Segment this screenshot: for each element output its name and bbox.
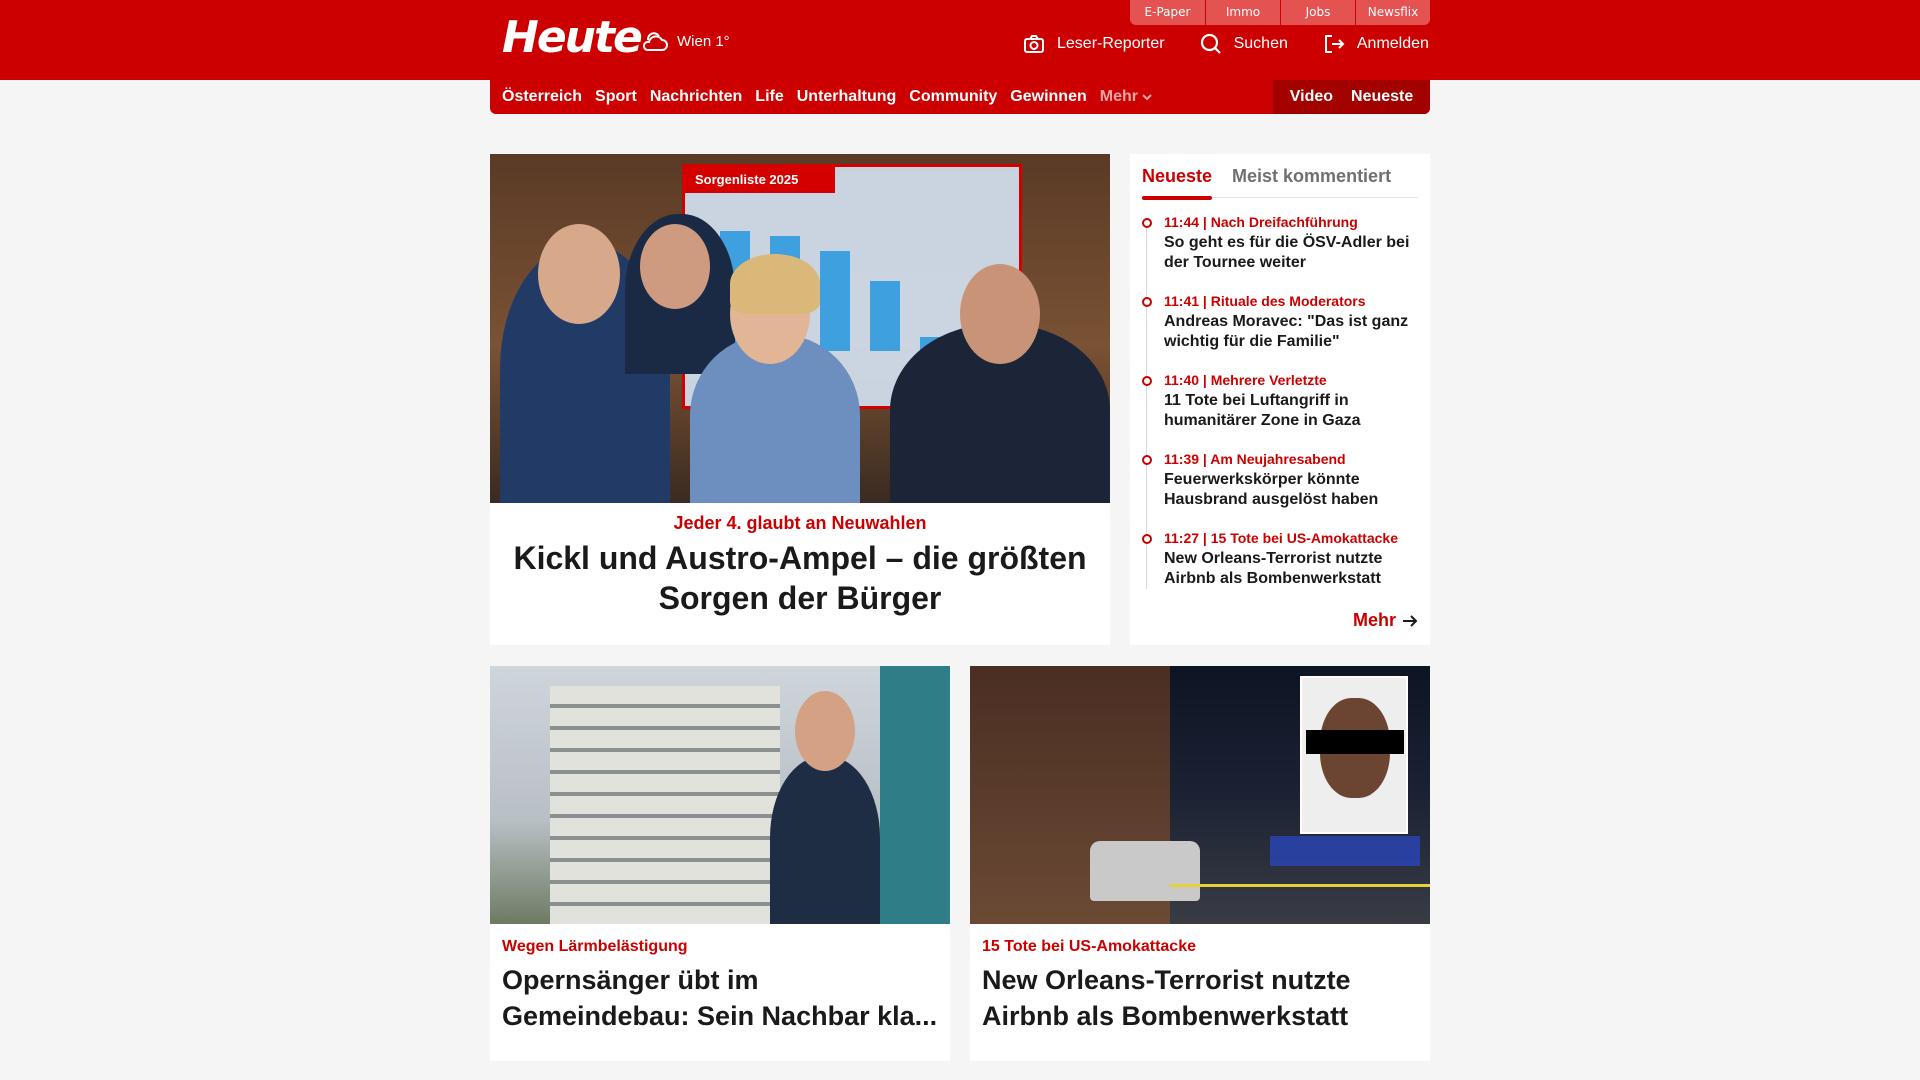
nav-item-sport[interactable]: Sport — [595, 88, 637, 106]
timeline-meta: 11:39 | Am Neujahresabend — [1164, 451, 1346, 467]
timeline-title: Feuerwerkskörper könnte Hausbrand ausgel… — [1164, 471, 1379, 508]
card-title-line: Gemeindebau: Sein Nachbar kla... — [502, 1001, 938, 1031]
top-link-jobs[interactable]: Jobs — [1280, 0, 1355, 25]
nav-video[interactable]: Video — [1290, 88, 1333, 106]
photo-person — [730, 254, 820, 314]
search-label: Suchen — [1233, 35, 1288, 52]
hero-title[interactable]: Kickl und Austro-Ampel – die größten Sor… — [490, 538, 1110, 618]
photo-person — [640, 224, 710, 309]
timeline-meta: 11:41 | Rituale des Moderators — [1164, 293, 1366, 309]
nav-item-gewinnen[interactable]: Gewinnen — [1010, 88, 1086, 106]
top-links: E-Paper Immo Jobs Newsflix — [1130, 0, 1430, 25]
photo-building — [550, 686, 780, 924]
cloud-sun-icon — [642, 32, 668, 51]
nav-items: Österreich Sport Nachrichten Life Unterh… — [490, 88, 1165, 106]
timeline-dot-icon — [1142, 297, 1152, 307]
card-title-line: Opernsänger übt im — [502, 965, 759, 995]
photo-car — [1090, 841, 1200, 901]
nav-right: Video Neueste — [1273, 80, 1430, 114]
main-nav: Österreich Sport Nachrichten Life Unterh… — [490, 80, 1430, 114]
timeline-title: Andreas Moravec: "Das ist ganz wichtig f… — [1164, 313, 1409, 350]
login-icon — [1324, 35, 1345, 53]
site-header: E-Paper Immo Jobs Newsflix Heute Wien 1°… — [0, 0, 1920, 80]
chevron-down-icon — [1142, 94, 1152, 101]
graphic-bar — [820, 251, 850, 351]
top-link-immo[interactable]: Immo — [1205, 0, 1280, 25]
hero-image-caption: Sorgenliste 2025 — [685, 167, 835, 193]
tab-meist-kommentiert[interactable]: Meist kommentiert — [1232, 154, 1391, 198]
search-icon — [1200, 33, 1221, 54]
camera-icon — [1024, 35, 1044, 53]
mugshot-image — [1300, 676, 1408, 834]
timeline-item[interactable]: 11:41 | Rituale des Moderators Andreas M… — [1142, 293, 1418, 372]
news-timeline: 11:44 | Nach Dreifachführung So geht es … — [1142, 214, 1418, 609]
search-button[interactable]: Suchen — [1200, 33, 1288, 55]
card-title-line: New Orleans-Terrorist nutzte — [982, 965, 1351, 995]
timeline-item[interactable]: 11:44 | Nach Dreifachführung So geht es … — [1142, 214, 1418, 293]
timeline-meta: 11:27 | 15 Tote bei US-Amokattacke — [1164, 530, 1398, 546]
photo-person — [960, 264, 1040, 364]
timeline-item[interactable]: 11:27 | 15 Tote bei US-Amokattacke New O… — [1142, 530, 1418, 609]
header-actions: Leser-Reporter Suchen Anmelden — [1023, 33, 1429, 55]
nav-item-oesterreich[interactable]: Österreich — [502, 88, 582, 106]
photo-building — [880, 666, 950, 924]
timeline-meta: 11:40 | Mehrere Verletzte — [1164, 372, 1327, 388]
timeline-title: So geht es für die ÖSV-Adler bei der Tou… — [1164, 234, 1410, 271]
timeline-dot-icon — [1142, 534, 1152, 544]
weather-widget[interactable]: Wien 1° — [640, 28, 730, 54]
timeline-title: 11 Tote bei Luftangriff in humanitärer Z… — [1164, 392, 1361, 429]
hero-image[interactable]: Sorgenliste 2025 — [490, 154, 1110, 503]
leser-reporter-label: Leser-Reporter — [1057, 35, 1165, 52]
timeline-title: New Orleans-Terrorist nutzte Airbnb als … — [1164, 550, 1383, 587]
timeline-dot-icon — [1142, 376, 1152, 386]
nav-item-life[interactable]: Life — [755, 88, 783, 106]
card-title[interactable]: New Orleans-Terrorist nutzte Airbnb als … — [970, 956, 1430, 1034]
timeline-dot-icon — [1142, 218, 1152, 228]
nav-item-unterhaltung[interactable]: Unterhaltung — [797, 88, 897, 106]
news-sidebar: Neueste Meist kommentiert 11:44 | Nach D… — [1130, 154, 1430, 645]
hero-kicker[interactable]: Jeder 4. glaubt an Neuwahlen — [490, 513, 1110, 534]
sidebar-more-label: Mehr — [1352, 610, 1396, 630]
nav-neueste[interactable]: Neueste — [1351, 88, 1413, 106]
photo-person — [795, 691, 855, 771]
login-button[interactable]: Anmelden — [1323, 33, 1429, 55]
leser-reporter-button[interactable]: Leser-Reporter — [1023, 34, 1165, 54]
card-kicker[interactable]: 15 Tote bei US-Amokattacke — [970, 924, 1430, 956]
photo-lights — [1270, 836, 1420, 866]
photo-tape — [1170, 884, 1430, 887]
tab-neueste[interactable]: Neueste — [1142, 154, 1213, 200]
photo-person — [538, 224, 620, 324]
mugshot-blackbar — [1306, 730, 1404, 754]
article-card[interactable]: Wegen Lärmbelästigung Opernsänger übt im… — [490, 666, 950, 1061]
nav-item-community[interactable]: Community — [909, 88, 997, 106]
top-link-epaper[interactable]: E-Paper — [1130, 0, 1205, 25]
login-label: Anmelden — [1356, 35, 1429, 52]
article-card[interactable]: 15 Tote bei US-Amokattacke New Orleans-T… — [970, 666, 1430, 1061]
nav-more-label: Mehr — [1099, 88, 1138, 105]
photo-person — [770, 756, 880, 924]
site-logo[interactable]: Heute — [502, 12, 643, 63]
arrow-right-icon — [1403, 614, 1418, 627]
timeline-item[interactable]: 11:40 | Mehrere Verletzte 11 Tote bei Lu… — [1142, 372, 1418, 451]
timeline-dot-icon — [1142, 455, 1152, 465]
article-card-image[interactable] — [970, 666, 1430, 924]
weather-text: Wien 1° — [677, 32, 730, 50]
card-title[interactable]: Opernsänger übt im Gemeindebau: Sein Nac… — [490, 956, 950, 1034]
top-link-newsflix[interactable]: Newsflix — [1355, 0, 1430, 25]
sidebar-tabs: Neueste Meist kommentiert — [1142, 154, 1418, 200]
hero-article[interactable]: Sorgenliste 2025 Jeder 4. glaubt an Neuw… — [490, 154, 1110, 645]
timeline-item[interactable]: 11:39 | Am Neujahresabend Feuerwerkskörp… — [1142, 451, 1418, 530]
timeline-meta: 11:44 | Nach Dreifachführung — [1164, 214, 1358, 230]
sidebar-more-link[interactable]: Mehr — [1353, 610, 1418, 631]
card-title-line: Airbnb als Bombenwerkstatt — [982, 1001, 1349, 1031]
nav-item-nachrichten[interactable]: Nachrichten — [650, 88, 742, 106]
article-card-image[interactable] — [490, 666, 950, 924]
nav-more-dropdown[interactable]: Mehr — [1100, 88, 1152, 106]
card-kicker[interactable]: Wegen Lärmbelästigung — [490, 924, 950, 956]
graphic-bar — [870, 281, 900, 351]
